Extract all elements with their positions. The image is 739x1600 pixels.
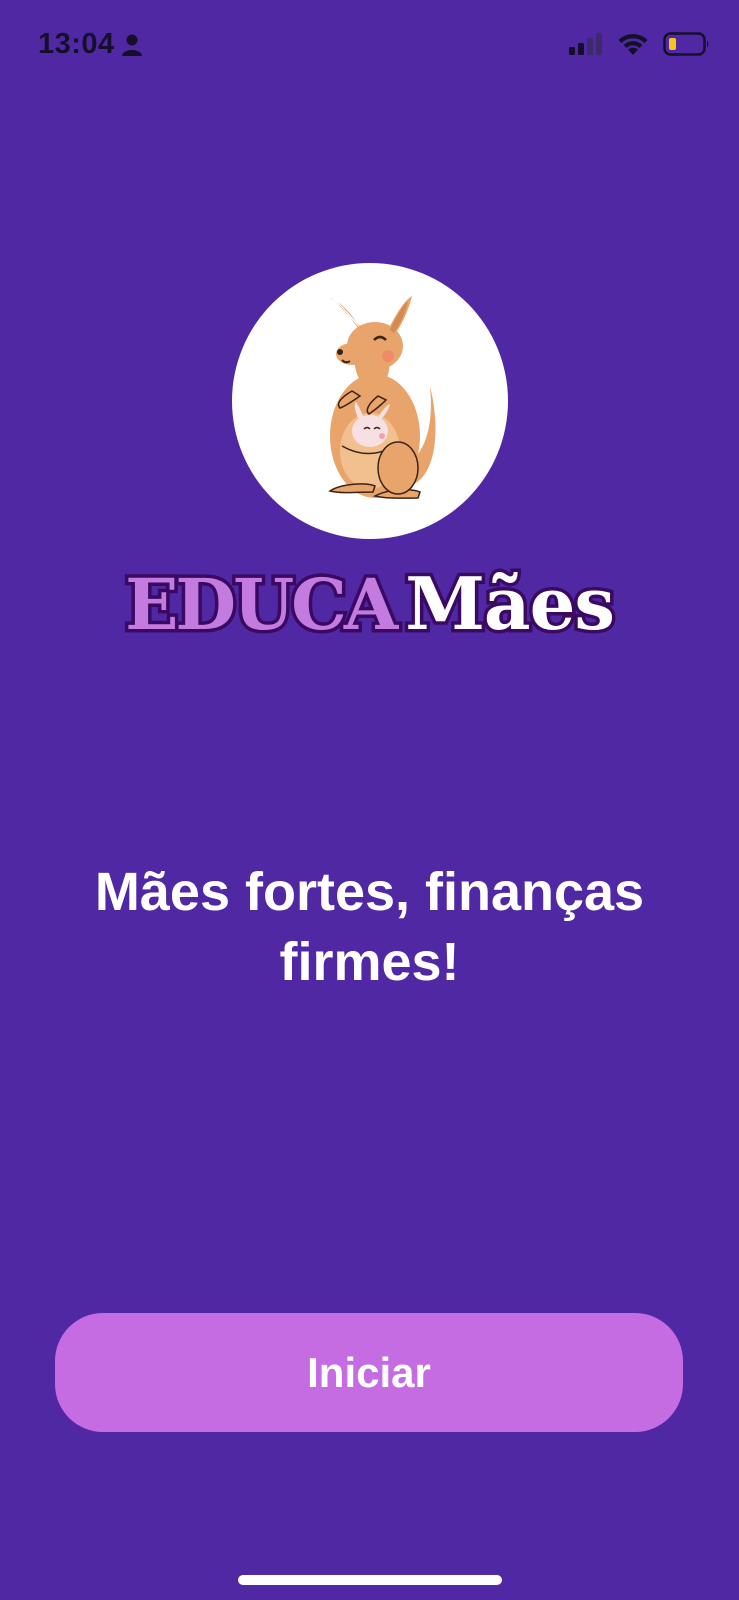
person-icon	[121, 34, 142, 56]
welcome-screen: 13:04 EDUCA Mães Mães fortes, finanças f…	[0, 0, 739, 1600]
cellular-signal-icon	[569, 33, 602, 55]
battery-low-icon	[663, 32, 709, 56]
status-bar: 13:04	[0, 0, 739, 90]
start-button[interactable]: Iniciar	[55, 1313, 683, 1432]
brand-wordmark: EDUCA Mães	[0, 564, 739, 643]
tagline: Mães fortes, finanças firmes!	[94, 862, 645, 992]
status-time-label: 13:04	[38, 28, 115, 60]
kangaroo-with-joey-icon	[328, 296, 436, 499]
status-icons	[569, 32, 711, 56]
wifi-icon	[618, 33, 648, 55]
app-logo	[232, 263, 508, 539]
brand-part-maes: Mães	[402, 561, 619, 646]
home-indicator[interactable]	[238, 1575, 502, 1585]
status-time: 13:04	[38, 28, 143, 61]
brand-part-educa: EDUCA	[122, 563, 402, 646]
